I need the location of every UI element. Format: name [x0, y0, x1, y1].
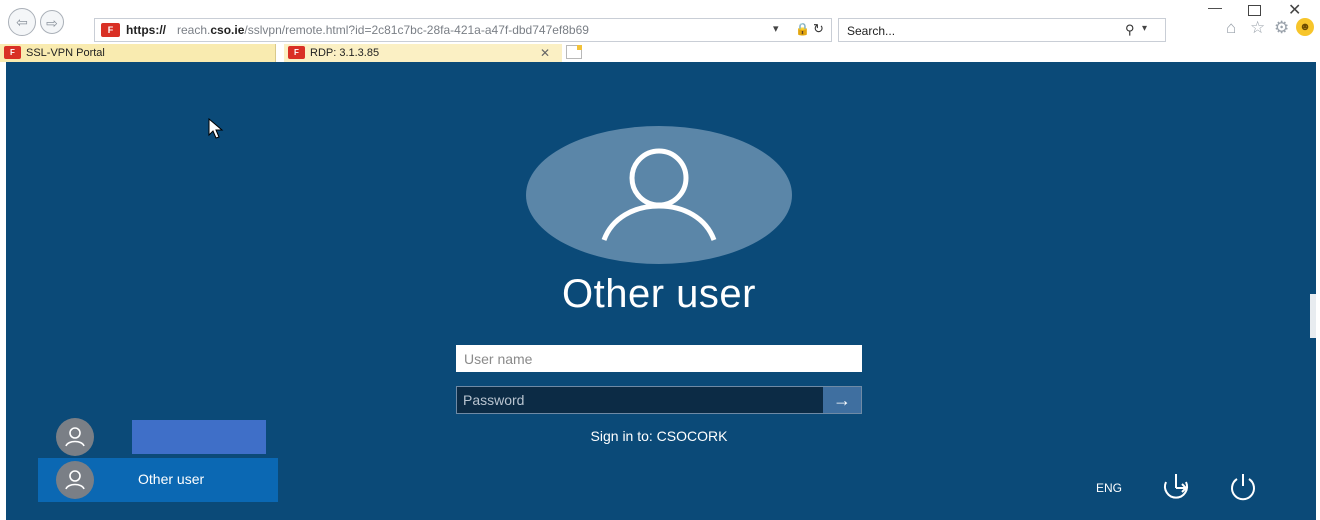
- power-icon[interactable]: [1228, 472, 1258, 502]
- language-indicator[interactable]: ENG: [1096, 481, 1122, 495]
- password-field[interactable]: [457, 387, 823, 413]
- user-avatar-large: [526, 126, 792, 264]
- new-tab-icon[interactable]: [566, 45, 582, 59]
- maximize-icon[interactable]: [1248, 5, 1261, 16]
- tab-rdp[interactable]: F RDP: 3.1.3.85 ✕: [284, 44, 562, 62]
- url-host-prefix: reach.: [177, 23, 211, 37]
- forward-arrow-icon[interactable]: ⇨: [40, 10, 64, 34]
- username-field[interactable]: [456, 345, 862, 372]
- search-dropdown-icon[interactable]: ▾: [1142, 23, 1147, 34]
- search-input[interactable]: [845, 21, 1109, 41]
- scrollbar-handle[interactable]: [1310, 294, 1316, 338]
- user-avatar-icon: [56, 418, 94, 456]
- browser-chrome: ⇦ ⇨ F https:// reach.cso.ie/sslvpn/remot…: [0, 0, 1320, 62]
- user-avatar-icon: [526, 126, 792, 264]
- sign-in-domain-text: Sign in to: CSOCORK: [590, 428, 728, 444]
- tab-label: RDP: 3.1.3.85: [310, 47, 380, 59]
- search-box[interactable]: ⚲ ▾: [838, 18, 1166, 42]
- home-icon[interactable]: ⌂: [1226, 18, 1236, 38]
- smiley-icon[interactable]: ☻: [1296, 18, 1314, 36]
- remote-desktop-lock-screen: Other user → Sign in to: CSOCORK Other u…: [6, 62, 1316, 520]
- user-tile[interactable]: [54, 416, 274, 458]
- url-host: cso.ie: [210, 23, 245, 37]
- gear-icon[interactable]: ⚙: [1274, 18, 1289, 38]
- person-icon: [65, 470, 85, 490]
- minimize-icon[interactable]: —: [1208, 0, 1222, 15]
- user-tile-other-user[interactable]: Other user: [38, 458, 278, 502]
- back-arrow-icon[interactable]: ⇦: [8, 8, 36, 36]
- url-protocol: https://: [126, 23, 166, 37]
- tab-close-icon[interactable]: ✕: [540, 44, 550, 62]
- tab-sslvpn-portal[interactable]: F SSL-VPN Portal: [0, 44, 276, 62]
- lock-screen-title: Other user: [562, 272, 756, 316]
- ease-of-access-icon[interactable]: [1158, 472, 1194, 502]
- address-dropdown-icon[interactable]: ▾: [773, 22, 779, 35]
- star-icon[interactable]: ☆: [1250, 18, 1265, 38]
- password-box: →: [456, 386, 862, 414]
- lock-icon[interactable]: 🔒: [795, 22, 810, 36]
- user-avatar-icon: [56, 461, 94, 499]
- tab-bar: F SSL-VPN Portal F RDP: 3.1.3.85 ✕: [0, 44, 1320, 62]
- address-bar[interactable]: F https:// reach.cso.ie/sslvpn/remote.ht…: [94, 18, 832, 42]
- refresh-icon[interactable]: ↻: [813, 21, 824, 37]
- user-name-redacted: [132, 420, 266, 454]
- search-icon[interactable]: ⚲: [1125, 22, 1135, 38]
- url-path: /sslvpn/remote.html?id=2c81c7bc-28fa-421…: [244, 23, 589, 37]
- user-tile-label: Other user: [138, 471, 205, 487]
- tab-favicon-icon: F: [4, 46, 21, 59]
- tab-label: SSL-VPN Portal: [26, 47, 105, 59]
- mouse-cursor-icon: [208, 118, 224, 139]
- url-text: reach.cso.ie/sslvpn/remote.html?id=2c81c…: [177, 23, 737, 37]
- person-icon: [65, 427, 85, 447]
- submit-arrow-button[interactable]: →: [823, 387, 861, 413]
- close-icon[interactable]: ✕: [1288, 0, 1301, 20]
- site-favicon-icon: F: [101, 23, 120, 37]
- tab-favicon-icon: F: [288, 46, 305, 59]
